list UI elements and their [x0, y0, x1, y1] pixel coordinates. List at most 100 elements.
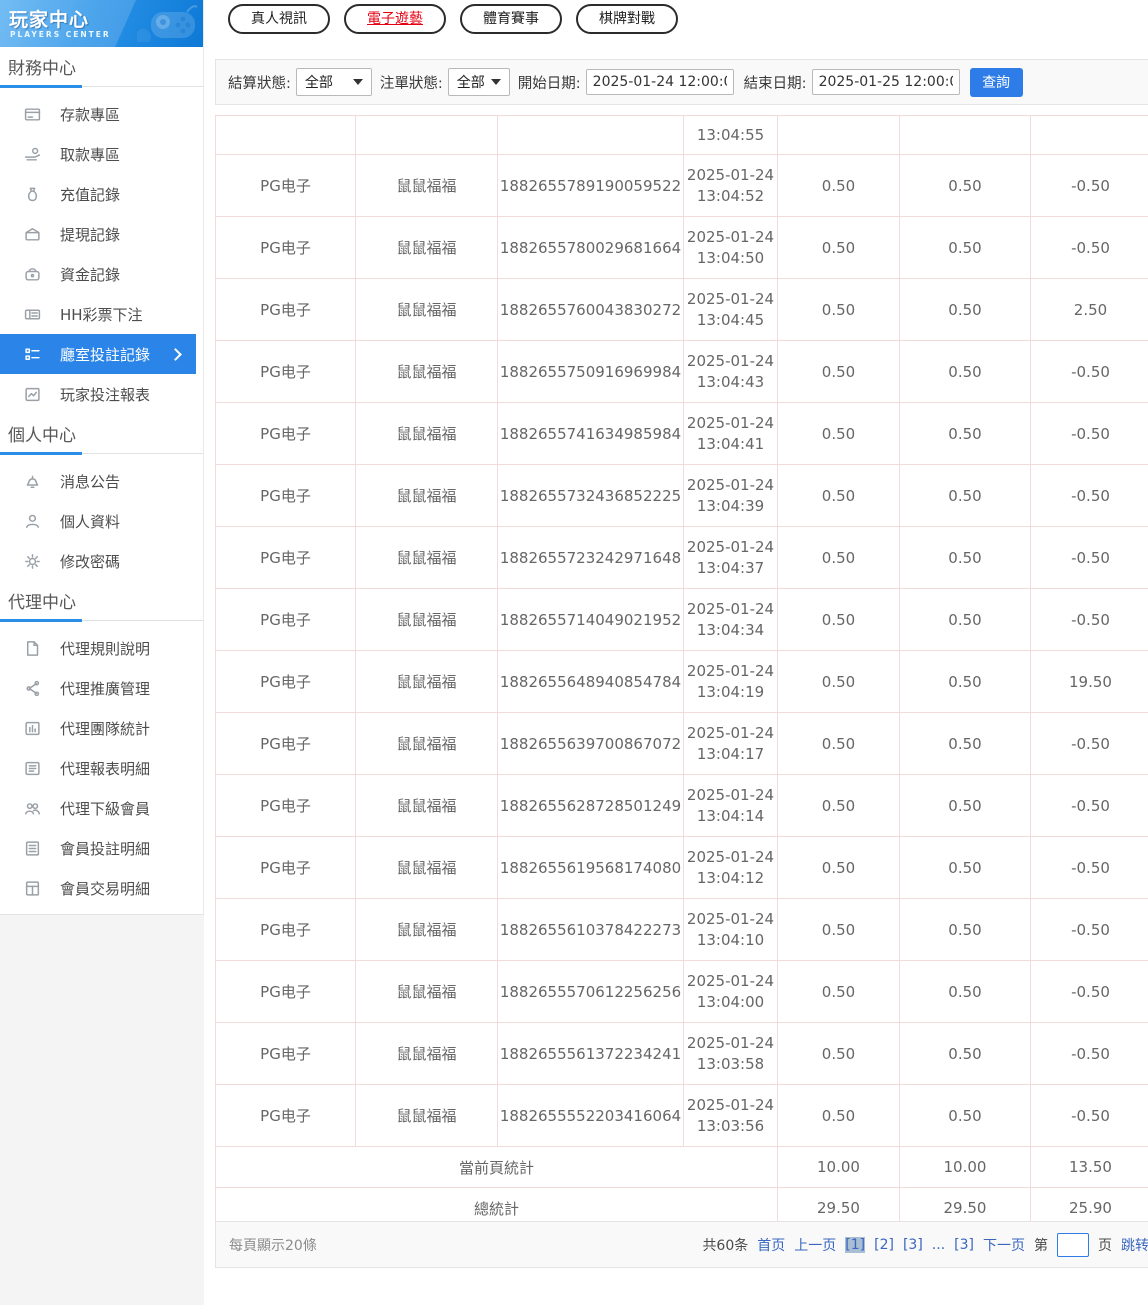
cell-valid: 0.50 [899, 960, 1031, 1023]
sidebar-item-deposit[interactable]: 存款專區 [0, 94, 196, 134]
sidebar-item-player-bet-report[interactable]: 玩家投注報表 [0, 374, 196, 414]
sidebar-item-fund-records[interactable]: 資金記錄 [0, 254, 196, 294]
sidebar-item-room-bet-records[interactable]: 廳室投註記錄 [0, 334, 196, 374]
cell-date: 2025-01-24 13:04:50 [683, 216, 778, 279]
tab-live-casino[interactable]: 真人視訊 [228, 4, 330, 34]
summary-bet: 10.00 [777, 1146, 900, 1188]
sidebar-item-label: 資金記錄 [60, 265, 121, 284]
sidebar-item-member-transaction-detail[interactable]: 會員交易明細 [0, 868, 196, 908]
sidebar-item-agent-sub-members[interactable]: 代理下級會員 [0, 788, 196, 828]
sidebar-item-recharge-records[interactable]: 充值記錄 [0, 174, 196, 214]
money-bag-icon [23, 186, 41, 203]
cell-game: PG电子 [215, 650, 356, 713]
settle-status-select[interactable]: 全部 [295, 68, 372, 96]
start-date-label: 開始日期: [517, 75, 581, 92]
sidebar-item-withdraw-records[interactable]: 提現記錄 [0, 214, 196, 254]
sidebar-item-announcements[interactable]: 消息公告 [0, 461, 196, 501]
search-button[interactable]: 查詢 [969, 67, 1023, 97]
page-jump-input[interactable] [1057, 1232, 1089, 1257]
cell-valid: 0.50 [899, 712, 1031, 775]
share-icon [23, 680, 41, 697]
sidebar-item-label: 代理報表明細 [60, 759, 151, 778]
cell-result [1030, 115, 1148, 155]
table-row: PG电子 鼠鼠福福 1882655750916969984 2025-01-24… [215, 340, 1148, 403]
chevron-down-icon [490, 79, 501, 85]
cell-order: 1882655780029681664 [497, 216, 684, 279]
doc-list-icon [23, 840, 41, 857]
cell-game: PG电子 [215, 1022, 356, 1085]
cell-valid: 0.50 [899, 340, 1031, 403]
cell-game: PG电子 [215, 340, 356, 403]
cell-valid [899, 115, 1031, 155]
sidebar-item-member-bet-detail[interactable]: 會員投註明細 [0, 828, 196, 868]
sidebar: 玩家中心 PLAYERS CENTER 財務中心 存款專區 取款專區 充值記錄 … [0, 0, 204, 915]
sidebar-item-label: 會員交易明細 [60, 879, 151, 898]
cell-name: 鼠鼠福福 [355, 402, 498, 465]
page-link-1[interactable]: [1] [845, 1236, 866, 1253]
cell-valid: 0.50 [899, 898, 1031, 961]
sidebar-item-agent-report-detail[interactable]: 代理報表明細 [0, 748, 196, 788]
sidebar-item-agent-team-stats[interactable]: 代理團隊統計 [0, 708, 196, 748]
order-status-select[interactable]: 全部 [447, 68, 510, 96]
cell-game: PG电子 [215, 278, 356, 341]
sidebar-section-agent: 代理中心 代理規則說明 代理推廣管理 代理團隊統計 代理報表明細 代理下級會員 … [0, 581, 203, 908]
sidebar-item-agent-rules[interactable]: 代理規則說明 [0, 628, 196, 668]
sidebar-item-withdraw[interactable]: 取款專區 [0, 134, 196, 174]
tab-electronic-games[interactable]: 電子遊藝 [344, 4, 446, 34]
first-page-link[interactable]: 首页 [757, 1235, 785, 1255]
cell-valid: 0.50 [899, 1022, 1031, 1085]
sidebar-item-agent-promotion[interactable]: 代理推廣管理 [0, 668, 196, 708]
order-status-value: 全部 [456, 75, 485, 91]
app-subtitle: PLAYERS CENTER [10, 30, 111, 39]
cell-result: -0.50 [1030, 960, 1148, 1023]
cell-valid: 0.50 [899, 774, 1031, 837]
sidebar-item-label: 代理規則說明 [60, 639, 151, 658]
table-row: PG电子 鼠鼠福福 1882655723242971648 2025-01-24… [215, 526, 1148, 589]
cell-game: PG电子 [215, 836, 356, 899]
cell-result: -0.50 [1030, 588, 1148, 651]
sidebar-item-hh-lottery[interactable]: HH彩票下注 [0, 294, 196, 334]
cell-game: PG电子 [215, 464, 356, 527]
cell-result: -0.50 [1030, 1084, 1148, 1147]
cell-name: 鼠鼠福福 [355, 588, 498, 651]
sidebar-item-change-password[interactable]: 修改密碼 [0, 541, 196, 581]
cell-result: 2.50 [1030, 278, 1148, 341]
cell-game: PG电子 [215, 216, 356, 279]
cell-valid: 0.50 [899, 278, 1031, 341]
prev-page-link[interactable]: 上一页 [794, 1235, 836, 1255]
cell-valid: 0.50 [899, 464, 1031, 527]
section-title: 財務中心 [8, 59, 76, 79]
cell-bet: 0.50 [777, 216, 900, 279]
page-ellipsis: ... [931, 1236, 946, 1253]
summary-row-current-page: 當前頁統計 10.00 10.00 13.50 [215, 1146, 1148, 1188]
start-date-input[interactable] [585, 69, 734, 95]
page-link-2[interactable]: [2] [874, 1237, 894, 1253]
next-page-link[interactable]: 下一页 [983, 1235, 1025, 1255]
end-date-input[interactable] [811, 69, 960, 95]
summary-result: 13.50 [1030, 1146, 1148, 1188]
menu-personal: 消息公告 個人資料 修改密碼 [0, 455, 203, 581]
table-row: PG电子 鼠鼠福福 1882655639700867072 2025-01-24… [215, 712, 1148, 775]
cell-date: 2025-01-24 13:04:00 [683, 960, 778, 1023]
cell-order: 1882655639700867072 [497, 712, 684, 775]
table-row: PG电子 鼠鼠福福 1882655741634985984 2025-01-24… [215, 402, 1148, 465]
page-link-last[interactable]: [3] [954, 1237, 974, 1253]
cell-bet: 0.50 [777, 340, 900, 403]
sidebar-section-finance: 財務中心 存款專區 取款專區 充值記錄 提現記錄 資金記錄 HH彩票下注 廳室投… [0, 47, 203, 414]
cell-name: 鼠鼠福福 [355, 526, 498, 589]
cell-valid: 0.50 [899, 402, 1031, 465]
cell-order: 1882655723242971648 [497, 526, 684, 589]
jump-action-link[interactable]: 跳转 [1121, 1235, 1148, 1255]
sidebar-item-label: 充值記錄 [60, 185, 121, 204]
page-link-3[interactable]: [3] [903, 1237, 923, 1253]
tab-board-games[interactable]: 棋牌對戰 [576, 4, 678, 34]
cell-name: 鼠鼠福福 [355, 898, 498, 961]
sidebar-header: 玩家中心 PLAYERS CENTER [0, 0, 203, 47]
tab-sports[interactable]: 體育賽事 [460, 4, 562, 34]
gear-icon [23, 553, 41, 570]
table-row: PG电子 鼠鼠福福 1882655648940854784 2025-01-24… [215, 650, 1148, 713]
chevron-down-icon [352, 79, 363, 85]
cell-result: -0.50 [1030, 898, 1148, 961]
sidebar-item-profile[interactable]: 個人資料 [0, 501, 196, 541]
cell-date: 2025-01-24 13:04:14 [683, 774, 778, 837]
